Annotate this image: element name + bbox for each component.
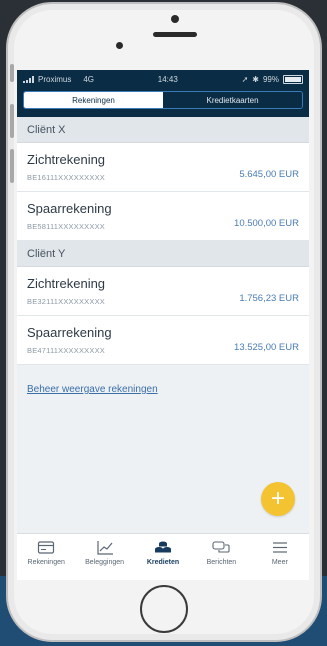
add-button[interactable]: + [261, 482, 295, 516]
battery-icon [283, 74, 303, 84]
account-row[interactable]: Spaarrekening BE47111XXXXXXXXX 13.525,00… [17, 316, 309, 365]
account-row[interactable]: Spaarrekening BE58111XXXXXXXXX 10.500,00… [17, 192, 309, 241]
earpiece-speaker [153, 32, 197, 37]
status-bar: Proximus 4G 14:43 ➚ ✱ 99% [17, 70, 309, 88]
front-camera [116, 42, 123, 49]
manage-accounts-link[interactable]: Beheer weergave rekeningen [27, 384, 158, 395]
volume-down-button [10, 149, 14, 183]
account-balance: 5.645,00 EUR [239, 169, 299, 180]
account-name: Spaarrekening [27, 201, 112, 216]
segmented-control: Rekeningen Kredietkaarten [23, 91, 303, 109]
nav-label: Meer [271, 559, 288, 566]
mute-switch [10, 64, 14, 82]
nav-label: Beleggingen [85, 559, 125, 566]
home-button[interactable] [140, 585, 188, 633]
tab-kredietkaarten[interactable]: Kredietkaarten [163, 92, 302, 108]
account-name: Zichtrekening [27, 152, 106, 167]
proximity-sensor [171, 15, 179, 23]
client-header: Cliënt Y [17, 241, 309, 267]
account-balance: 1.756,23 EUR [239, 293, 299, 304]
signal-icon [23, 75, 34, 83]
carrier-name: Proximus [38, 74, 72, 84]
battery-percent: 99% [262, 74, 279, 84]
nav-item-kredieten[interactable]: Kredieten [134, 534, 192, 580]
volume-up-button [10, 104, 14, 138]
account-name: Zichtrekening [27, 276, 106, 291]
status-time: 14:43 [157, 74, 178, 84]
nav-label: Rekeningen [27, 559, 65, 566]
bottom-nav: Rekeningen Beleggingen Kredieten Bericht… [17, 533, 309, 580]
chart-icon [97, 541, 113, 555]
tab-rekeningen[interactable]: Rekeningen [24, 92, 163, 108]
location-icon: ➚ [241, 74, 249, 84]
card-icon [38, 541, 55, 554]
network-type: 4G [83, 74, 95, 84]
account-balance: 10.500,00 EUR [234, 218, 299, 229]
nav-item-beleggingen[interactable]: Beleggingen [75, 534, 133, 580]
nav-label: Kredieten [146, 559, 180, 566]
nav-item-berichten[interactable]: Berichten [192, 534, 250, 580]
segmented-control-bar: Rekeningen Kredietkaarten [17, 88, 309, 117]
client-header: Cliënt X [17, 117, 309, 143]
nav-item-meer[interactable]: Meer [251, 534, 309, 580]
bluetooth-icon: ✱ [252, 74, 259, 84]
account-balance: 13.525,00 EUR [234, 342, 299, 353]
account-row[interactable]: Zichtrekening BE16111XXXXXXXXX 5.645,00 … [17, 143, 309, 192]
menu-icon [272, 542, 287, 553]
coins-icon [155, 541, 172, 553]
nav-item-rekeningen[interactable]: Rekeningen [17, 534, 75, 580]
chat-icon [212, 541, 230, 553]
nav-label: Berichten [206, 559, 237, 566]
manage-link-area: Beheer weergave rekeningen [17, 365, 309, 411]
account-row[interactable]: Zichtrekening BE32111XXXXXXXXX 1.756,23 … [17, 267, 309, 316]
app-screen: Proximus 4G 14:43 ➚ ✱ 99% Rekeningen Kre… [17, 70, 309, 580]
account-name: Spaarrekening [27, 325, 112, 340]
